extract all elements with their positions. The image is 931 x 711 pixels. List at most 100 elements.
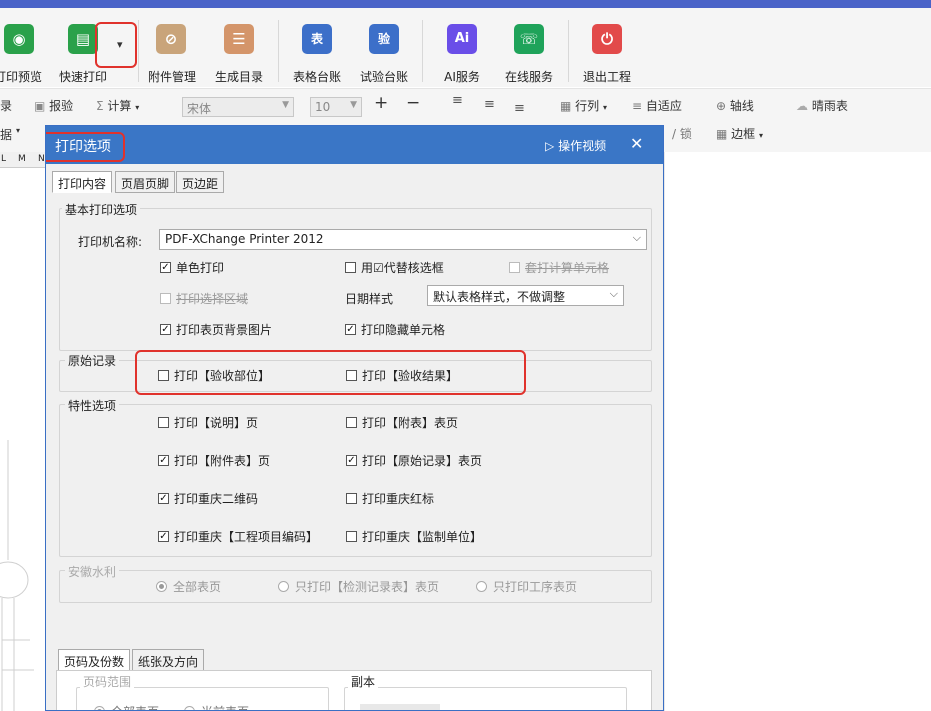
- increase-font-button[interactable]: +: [374, 93, 388, 113]
- test-ledger-label: 试验台账: [359, 70, 408, 84]
- chevron-down-icon: ▼: [282, 100, 289, 110]
- ribbon-toolbar: ◉ 打印预览 ▤ 快速打印 ▾ ⊘ 附件管理 ☰ 生成目录 表 表格台账 验 试…: [0, 8, 931, 87]
- tab-paper-orientation[interactable]: 纸张及方向: [132, 649, 205, 671]
- tab-margins[interactable]: 页边距: [176, 171, 225, 193]
- font-family-value: 宋体: [187, 102, 212, 116]
- table-ledger-icon: 表: [302, 24, 332, 54]
- online-service-button[interactable]: ☏ 在线服务: [500, 20, 558, 84]
- ai-service-button[interactable]: Ai AI服务: [436, 20, 488, 84]
- align-middle-icon[interactable]: ≡: [484, 97, 495, 112]
- align-bottom-icon[interactable]: ≡: [514, 101, 525, 116]
- inspect-report-button[interactable]: ▣ 报验: [34, 97, 73, 114]
- print-appendix-label: 打印【附表】表页: [362, 416, 459, 430]
- window-top-strip: [0, 0, 931, 8]
- border-button[interactable]: ▦ 边框 ▾: [716, 125, 763, 142]
- weather-label: 晴雨表: [811, 99, 848, 113]
- printer-select-value: PDF-XChange Printer 2012: [165, 232, 324, 246]
- print-cq-redmark-checkbox[interactable]: 打印重庆红标: [346, 490, 434, 507]
- chevron-down-icon[interactable]: ▾: [16, 126, 20, 135]
- calculate-button[interactable]: Σ 计算 ▾: [96, 97, 139, 114]
- date-style-select[interactable]: 默认表格样式，不做调整 ⌵: [427, 285, 624, 306]
- print-attach-checkbox[interactable]: ✓ 打印【附件表】页: [158, 452, 270, 469]
- print-explain-checkbox[interactable]: 打印【说明】页: [158, 414, 258, 431]
- print-cq-supervisor-checkbox[interactable]: 打印重庆【监制单位】: [346, 528, 482, 545]
- checkbox-disabled: [160, 293, 171, 304]
- print-orig-record-checkbox[interactable]: ✓ 打印【原始记录】表页: [346, 452, 482, 469]
- column-header: L M N: [0, 152, 48, 168]
- chevron-down-icon: ▾: [603, 103, 608, 112]
- online-service-label: 在线服务: [504, 70, 553, 84]
- print-preview-button[interactable]: ◉ 打印预览: [0, 20, 46, 84]
- original-record-title: 原始记录: [65, 352, 120, 369]
- font-family-select[interactable]: 宋体 ▼: [182, 97, 294, 117]
- rowcol-button[interactable]: ▦ 行列 ▾: [560, 97, 607, 114]
- ribbon-separator: [278, 20, 279, 82]
- checkbox-checked: ✓: [345, 324, 356, 335]
- range-all-radio[interactable]: 全部表页: [94, 703, 159, 710]
- all-sheets-radio[interactable]: 全部表页: [156, 578, 221, 595]
- font-size-value: 10: [315, 100, 331, 114]
- close-icon[interactable]: ✕: [630, 134, 643, 153]
- replace-checkmark-checkbox[interactable]: 用☑代替核选框: [345, 259, 444, 276]
- special-options-title: 特性选项: [65, 397, 120, 414]
- checkbox-checked: ✓: [160, 324, 171, 335]
- tab-page-copies[interactable]: 页码及份数: [58, 649, 131, 671]
- hidden-cell-checkbox[interactable]: ✓ 打印隐藏单元格: [345, 321, 445, 338]
- border-icon: ▦: [716, 127, 728, 141]
- print-orig-record-label: 打印【原始记录】表页: [362, 454, 483, 468]
- generate-toc-button[interactable]: ☰ 生成目录: [210, 20, 268, 84]
- chevron-down-icon: ⌵: [632, 231, 641, 244]
- print-cq-qrcode-checkbox[interactable]: ✓ 打印重庆二维码: [158, 490, 258, 507]
- print-cq-project-code-checkbox[interactable]: ✓ 打印重庆【工程项目编码】: [158, 528, 318, 545]
- checkbox-checked: ✓: [346, 455, 357, 466]
- print-appendix-checkbox[interactable]: 打印【附表】表页: [346, 414, 458, 431]
- chevron-down-icon: ⌵: [609, 287, 618, 300]
- exit-project-button[interactable]: ⏻ 退出工程: [578, 20, 636, 84]
- chevron-down-icon: ▼: [350, 100, 357, 110]
- printer-select[interactable]: PDF-XChange Printer 2012 ⌵: [159, 229, 647, 250]
- column-header-l[interactable]: L: [1, 154, 6, 164]
- axis-button[interactable]: ⊕ 轴线: [716, 97, 754, 114]
- decrease-font-button[interactable]: −: [406, 93, 420, 113]
- column-header-n[interactable]: N: [38, 154, 45, 164]
- autofit-label: 自适应: [645, 99, 682, 113]
- test-ledger-button[interactable]: 验 试验台账: [355, 20, 413, 84]
- attachment-manage-button[interactable]: ⊘ 附件管理: [144, 20, 200, 84]
- generate-toc-label: 生成目录: [214, 70, 263, 84]
- align-top-icon[interactable]: ≡: [452, 93, 463, 108]
- print-cq-qrcode-label: 打印重庆二维码: [174, 492, 259, 506]
- column-header-m[interactable]: M: [18, 154, 26, 164]
- tab-print-content[interactable]: 打印内容: [52, 171, 113, 193]
- inspect-report-label: 报验: [49, 99, 74, 113]
- weather-button[interactable]: ☁ 晴雨表: [796, 97, 848, 114]
- table-ledger-button[interactable]: 表 表格台账: [288, 20, 346, 84]
- autofit-button[interactable]: ≡ 自适应: [632, 97, 682, 114]
- data-label[interactable]: 据: [0, 126, 12, 143]
- play-circle-icon: ▷: [545, 139, 555, 153]
- lock-button[interactable]: / 锁: [672, 125, 692, 142]
- checkbox-unchecked: [158, 417, 169, 428]
- range-current-label: 当前表页: [201, 703, 249, 710]
- quick-print-label: 快速打印: [58, 70, 107, 84]
- bg-image-checkbox[interactable]: ✓ 打印表页背景图片: [160, 321, 272, 338]
- radio-unselected: [278, 581, 289, 592]
- record-label[interactable]: 录: [0, 97, 12, 114]
- range-current-radio[interactable]: 当前表页: [184, 703, 249, 710]
- hidden-cell-label: 打印隐藏单元格: [361, 323, 446, 337]
- tab-header-footer[interactable]: 页眉页脚: [115, 171, 176, 193]
- process-only-radio[interactable]: 只打印工序表页: [476, 578, 577, 595]
- process-only-label: 只打印工序表页: [493, 580, 578, 594]
- attachment-manage-label: 附件管理: [147, 70, 196, 84]
- mono-print-checkbox[interactable]: ✓ 单色打印: [160, 259, 224, 276]
- autofit-icon: ≡: [632, 99, 643, 113]
- list-icon: ☰: [224, 24, 254, 54]
- overlay-calc-checkbox: 套打计算单元格: [509, 259, 609, 276]
- right-blank-pane: [664, 152, 931, 711]
- print-cq-redmark-label: 打印重庆红标: [362, 492, 435, 506]
- detect-only-radio[interactable]: 只打印【检测记录表】表页: [278, 578, 439, 595]
- range-all-label: 全部表页: [111, 703, 159, 710]
- font-size-select[interactable]: 10 ▼: [310, 97, 362, 117]
- checkbox-unchecked: [346, 493, 357, 504]
- copies-input[interactable]: [360, 704, 440, 710]
- operation-video-button[interactable]: ▷ 操作视频: [545, 137, 606, 154]
